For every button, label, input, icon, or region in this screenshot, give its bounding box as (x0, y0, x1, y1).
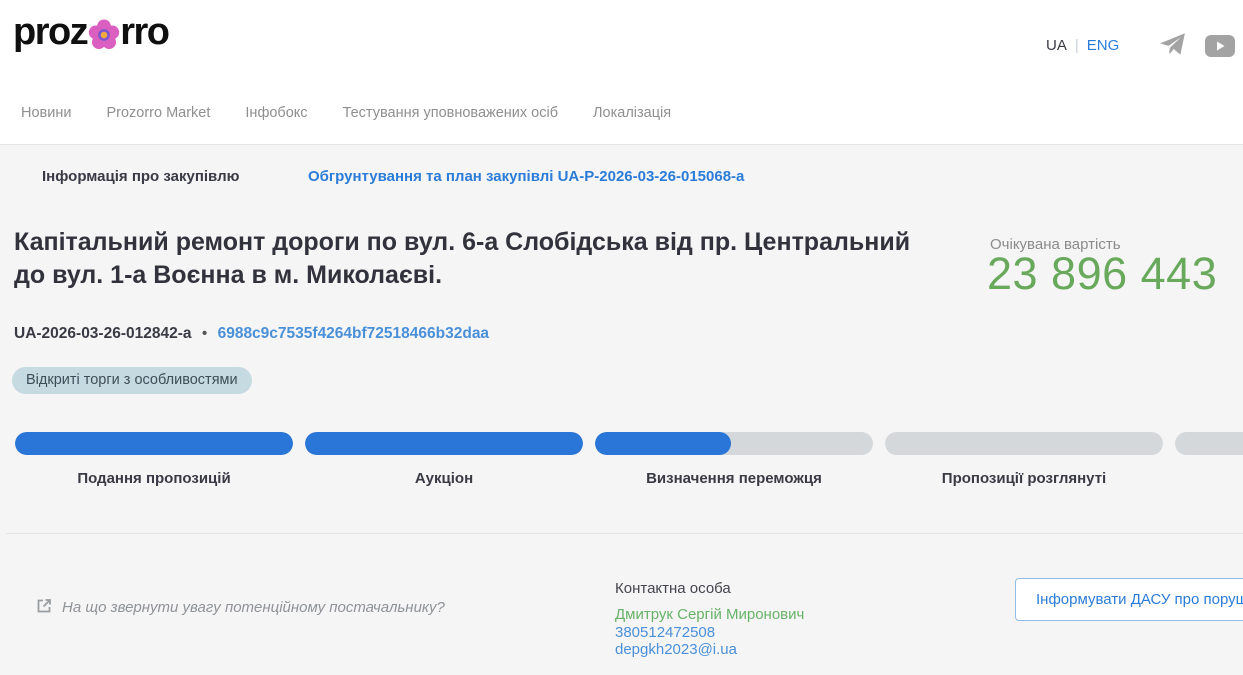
flower-icon (87, 18, 121, 52)
tab-plan-link[interactable]: Обгрунтування та план закупівлі UA-P-202… (308, 168, 744, 185)
nav-item-infobox[interactable]: Інфобокс (245, 105, 307, 121)
progress-fill (595, 432, 731, 455)
stage-label: Пропозиції розглянуті (885, 470, 1163, 487)
supplier-info-link-label: На що звернути увагу потенційному постач… (62, 598, 445, 616)
dasu-report-button[interactable]: Інформувати ДАСУ про порушення (1015, 578, 1243, 621)
section-divider (6, 533, 1243, 534)
progress-stage (305, 432, 583, 455)
tender-id: UA-2026-03-26-012842-a (14, 325, 192, 342)
id-separator: • (202, 325, 207, 342)
progress-fill (15, 432, 293, 455)
contact-email[interactable]: depgkh2023@i.ua (615, 641, 804, 659)
contact-person-block: Дмитрук Сергій Миронович 380512472508 de… (615, 606, 804, 659)
tender-title: Капітальний ремонт дороги по вул. 6-а Сл… (14, 226, 914, 292)
contact-person-label: Контактна особа (615, 580, 731, 597)
status-badge: Відкриті торги з особливостями (12, 367, 252, 394)
progress-stage (15, 432, 293, 455)
nav-item-market[interactable]: Prozorro Market (106, 105, 210, 121)
main-nav: Новини Prozorro Market Інфобокс Тестуван… (21, 105, 671, 121)
stage-label: Аукціон (305, 470, 583, 487)
lang-ua[interactable]: UA (1046, 37, 1067, 54)
stage-label: Визначення переможця (595, 470, 873, 487)
progress-stage (1175, 432, 1243, 455)
progress-stage (885, 432, 1163, 455)
tab-purchase-info[interactable]: Інформація про закупівлю (42, 168, 239, 185)
tender-id-row: UA-2026-03-26-012842-a • 6988c9c7535f426… (14, 325, 489, 343)
expected-value: 23 896 443 (987, 248, 1217, 300)
language-switcher: UA | ENG (1046, 37, 1119, 54)
nav-item-testing[interactable]: Тестування уповноважених осіб (343, 105, 558, 121)
tender-hash-link[interactable]: 6988c9c7535f4264bf72518466b32daa (218, 325, 489, 342)
lang-eng[interactable]: ENG (1087, 37, 1120, 54)
contact-name: Дмитрук Сергій Миронович (615, 606, 804, 624)
logo-text-left: proz (13, 11, 87, 54)
logo-text-right: rro (120, 11, 168, 54)
telegram-icon[interactable] (1159, 31, 1186, 58)
youtube-icon[interactable] (1205, 35, 1235, 57)
prozorro-tender-page: proz rro UA | ENG Новини Prozorro Market (0, 0, 1243, 675)
lang-separator: | (1075, 37, 1079, 54)
nav-item-localization[interactable]: Локалізація (593, 105, 671, 121)
nav-item-news[interactable]: Новини (21, 105, 71, 121)
supplier-info-link[interactable]: На що звернути увагу потенційному постач… (36, 598, 445, 619)
progress-fill (305, 432, 583, 455)
progress-stage (595, 432, 873, 455)
contact-phone[interactable]: 380512472508 (615, 624, 804, 642)
prozorro-logo[interactable]: proz rro (13, 11, 169, 54)
stage-label: Подання пропозицій (15, 470, 293, 487)
external-link-icon (36, 598, 52, 619)
